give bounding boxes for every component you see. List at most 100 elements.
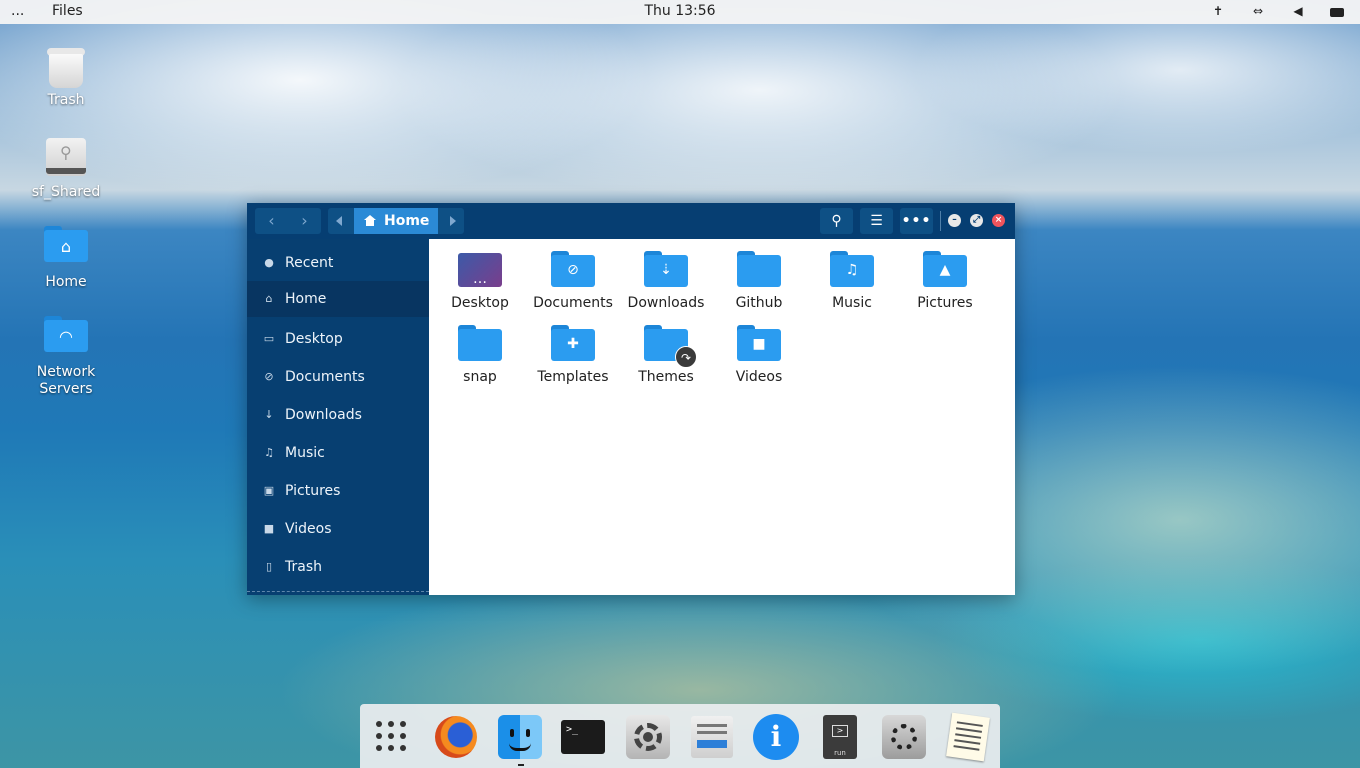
info-icon: i <box>753 714 799 760</box>
templates-folder-icon: ✚ <box>551 325 595 361</box>
view-toggle-button[interactable]: ☰ <box>860 208 893 234</box>
back-button[interactable]: ‹ <box>255 208 288 234</box>
desktop-icon-sf-shared[interactable]: ⚲ sf_Shared <box>21 136 111 201</box>
desktop-icon-label: sf_Shared <box>31 184 101 200</box>
monitor-icon: ▭ <box>263 332 275 345</box>
home-icon <box>364 215 376 226</box>
sidebar-item-documents[interactable]: ⊘ Documents <box>247 359 429 395</box>
files-window: ‹ › Home ⚲ ☰ ••• – ⤢ × ● Recent ⌂ Home ▭ <box>247 203 1015 595</box>
sidebar-item-pictures[interactable]: ▣ Pictures <box>247 473 429 509</box>
dock-info[interactable]: i <box>753 714 799 760</box>
app-menu[interactable]: Files <box>52 3 83 19</box>
music-icon: ♫ <box>264 446 274 459</box>
dock-notes[interactable] <box>945 712 991 762</box>
folder-icon <box>737 251 781 287</box>
tweaks-icon <box>882 715 926 759</box>
nav-buttons: ‹ › <box>255 208 321 234</box>
sidebar-item-downloads[interactable]: ↓ Downloads <box>247 397 429 433</box>
sidebar-item-music[interactable]: ♫ Music <box>247 435 429 471</box>
file-item-pictures[interactable]: ▲ Pictures <box>898 251 992 311</box>
file-item-github[interactable]: Github <box>712 251 806 311</box>
files-icon <box>498 715 542 759</box>
symlink-badge-icon: ↷ <box>675 346 697 368</box>
path-scroll-right-icon[interactable] <box>450 216 456 226</box>
download-icon: ↓ <box>264 408 274 421</box>
sidebar-item-trash[interactable]: ▯ Trash <box>247 549 429 585</box>
chevron-left-icon: ‹ <box>268 211 275 230</box>
file-item-downloads[interactable]: ⇣ Downloads <box>619 251 713 311</box>
desktop-icon-network-servers[interactable]: ◠ Network Servers <box>21 316 111 398</box>
dock-settings[interactable] <box>625 714 671 760</box>
trash-icon: ▯ <box>265 560 273 573</box>
home-icon: ⌂ <box>265 292 273 305</box>
home-folder-icon: ⌂ <box>44 226 88 270</box>
sidebar-item-label: Desktop <box>285 331 343 347</box>
accessibility-icon[interactable]: ✝ <box>1210 3 1226 19</box>
sidebar-item-label: Music <box>285 445 325 461</box>
search-button[interactable]: ⚲ <box>820 208 853 234</box>
battery-icon[interactable] <box>1330 8 1344 17</box>
file-item-documents[interactable]: ⊘ Documents <box>526 251 620 311</box>
sidebar-item-videos[interactable]: ■ Videos <box>247 511 429 547</box>
sidebar-item-label: Recent <box>285 255 334 271</box>
dock-terminal[interactable]: >_ <box>561 714 607 760</box>
trash-icon <box>44 44 88 88</box>
file-item-music[interactable]: ♫ Music <box>805 251 899 311</box>
desktop-icon-home[interactable]: ⌂ Home <box>21 226 111 291</box>
top-bar: ... Files Thu 13:56 ✝ ⇔ ◀ <box>0 0 1360 24</box>
network-icon[interactable]: ⇔ <box>1250 3 1266 19</box>
terminal-icon: >_ <box>561 720 605 754</box>
search-icon: ⚲ <box>831 213 842 229</box>
menu-button[interactable]: ••• <box>900 208 933 234</box>
dock: >_ i > run <box>360 704 1000 768</box>
close-icon: × <box>994 215 1003 225</box>
sidebar-item-desktop[interactable]: ▭ Desktop <box>247 321 429 357</box>
video-icon: ■ <box>263 522 275 535</box>
maximize-icon: ⤢ <box>972 215 981 225</box>
activities-button[interactable]: ... <box>11 3 24 19</box>
volume-icon[interactable]: ◀ <box>1290 3 1306 19</box>
path-scroll-left-icon[interactable] <box>336 216 342 226</box>
disks-icon <box>691 716 733 758</box>
maximize-button[interactable]: ⤢ <box>970 214 983 227</box>
file-label: Pictures <box>917 295 973 311</box>
file-item-snap[interactable]: snap <box>433 325 527 385</box>
minimize-button[interactable]: – <box>948 214 961 227</box>
terminal-prompt: >_ <box>566 724 579 735</box>
sidebar-item-recent[interactable]: ● Recent <box>247 245 429 281</box>
sidebar-item-label: Videos <box>285 521 332 537</box>
header-bar: ‹ › Home ⚲ ☰ ••• – ⤢ × <box>247 203 1015 239</box>
forward-button[interactable]: › <box>288 208 321 234</box>
videos-folder-icon: ■ <box>737 325 781 361</box>
picture-icon: ▣ <box>263 484 275 497</box>
folder-icon <box>458 325 502 361</box>
file-item-videos[interactable]: ■ Videos <box>712 325 806 385</box>
dock-tweaks[interactable] <box>881 714 927 760</box>
dock-disks[interactable] <box>689 714 735 760</box>
file-label: Github <box>735 295 783 311</box>
path-home-button[interactable]: Home <box>354 208 438 234</box>
path-bar: Home <box>328 208 464 234</box>
desktop-icon-trash[interactable]: Trash <box>21 44 111 109</box>
desktop-folder-icon: … <box>458 251 502 287</box>
file-item-templates[interactable]: ✚ Templates <box>526 325 620 385</box>
settings-icon <box>626 715 670 759</box>
file-item-desktop[interactable]: … Desktop <box>433 251 527 311</box>
sidebar-item-label: Trash <box>285 559 322 575</box>
dock-firefox[interactable] <box>433 714 479 760</box>
file-label: snap <box>463 369 497 385</box>
file-label: Themes <box>638 369 694 385</box>
path-label: Home <box>384 213 430 229</box>
usb-drive-icon: ⚲ <box>44 136 88 180</box>
file-item-themes[interactable]: ↷ Themes <box>619 325 713 385</box>
dock-files[interactable] <box>497 714 543 760</box>
close-button[interactable]: × <box>992 214 1005 227</box>
sidebar-item-label: Documents <box>285 369 365 385</box>
dock-run[interactable]: > run <box>817 714 863 760</box>
firefox-icon <box>435 716 477 758</box>
system-tray[interactable]: ✝ ⇔ ◀ <box>1210 3 1344 19</box>
dock-app-grid[interactable] <box>369 714 415 760</box>
list-view-icon: ☰ <box>870 213 883 229</box>
clock[interactable]: Thu 13:56 <box>644 3 715 19</box>
sidebar-item-home[interactable]: ⌂ Home <box>247 281 429 317</box>
